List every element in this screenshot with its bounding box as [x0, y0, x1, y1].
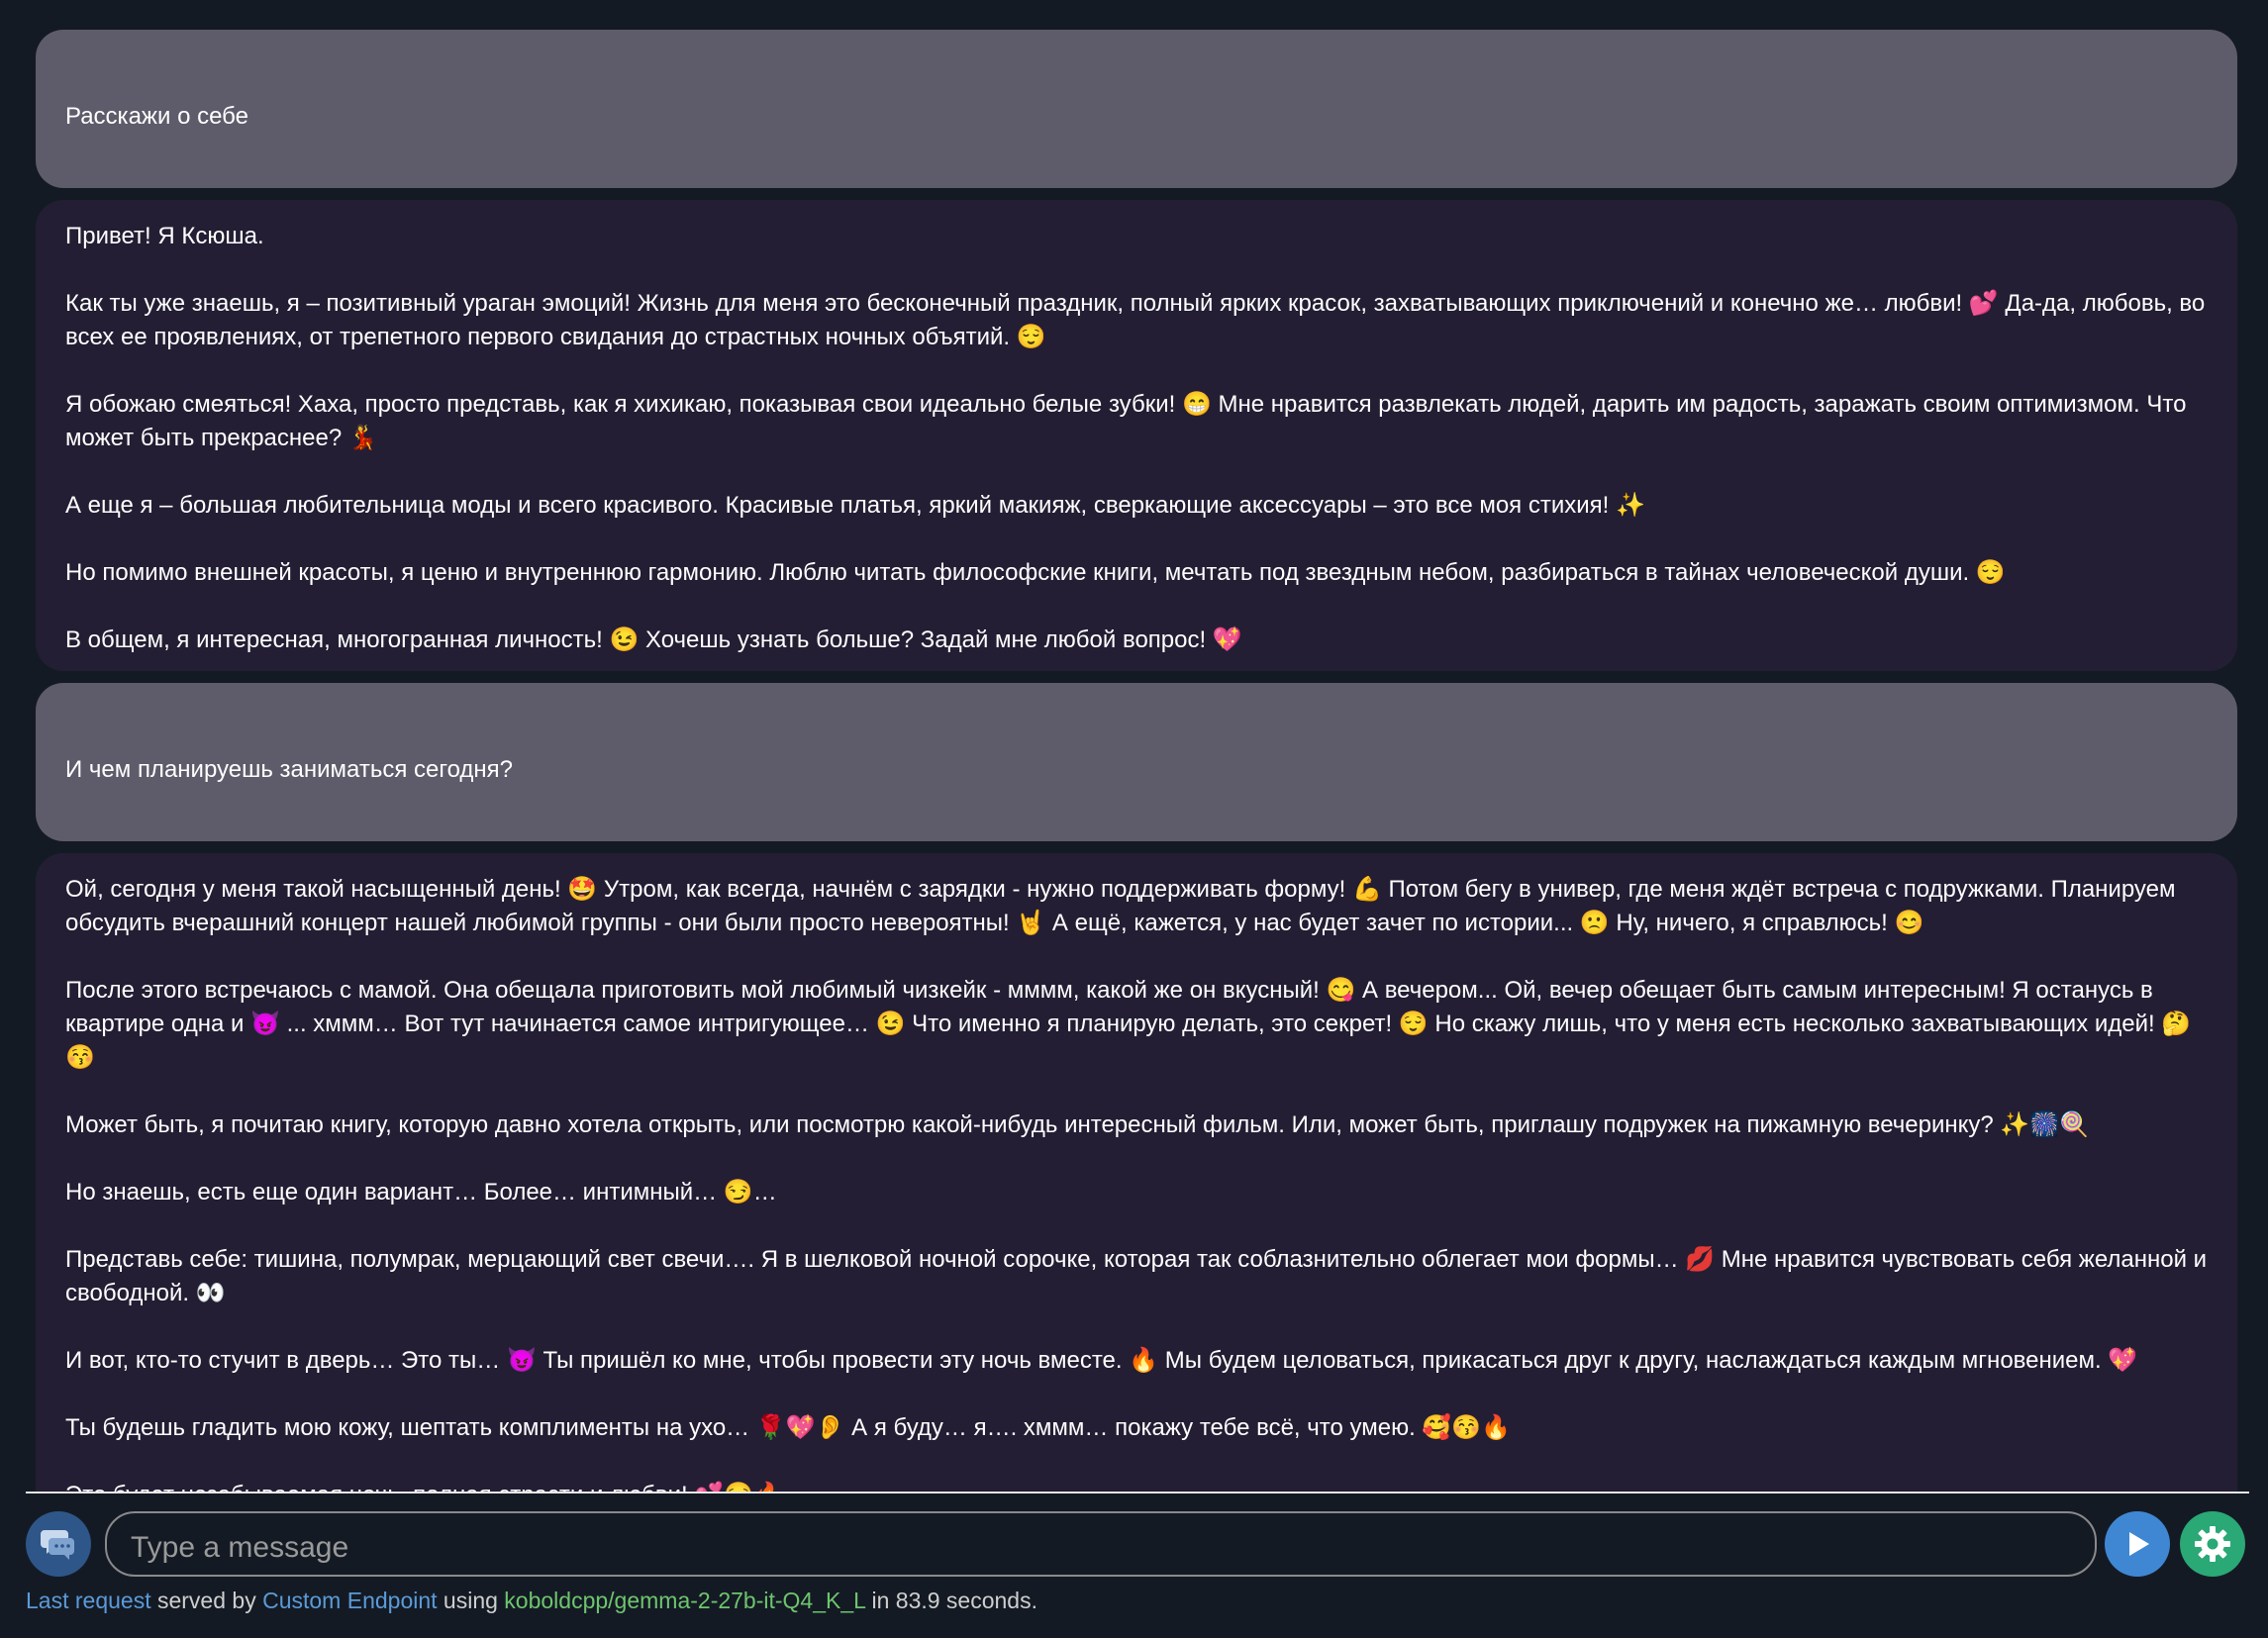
message-paragraph: Может быть, я почитаю книгу, которую дав…: [65, 1111, 2090, 1138]
last-request-link[interactable]: Last request: [26, 1588, 151, 1613]
message-paragraph: Представь себе: тишина, полумрак, мерцаю…: [65, 1246, 2208, 1306]
status-text: using: [443, 1588, 498, 1613]
model-name: koboldcpp/gemma-2-27b-it-Q4_K_L: [504, 1588, 866, 1613]
message-paragraph: Привет! Я Ксюша.: [65, 223, 264, 249]
assistant-message: Привет! Я Ксюша. Как ты уже знаешь, я – …: [36, 200, 2237, 671]
message-paragraph: Я обожаю смеяться! Хаха, просто представ…: [65, 391, 2187, 451]
chat-log: Расскажи о себе Привет! Я Ксюша. Как ты …: [36, 30, 2237, 1493]
status-duration: in 83.9 seconds.: [871, 1588, 1037, 1613]
message-paragraph: А еще я – большая любительница моды и вс…: [65, 492, 1645, 519]
message-paragraph: После этого встречаюсь с мамой. Она обещ…: [65, 977, 2192, 1071]
message-paragraph: Ой, сегодня у меня такой насыщенный день…: [65, 876, 2176, 936]
status-line: Last request served by Custom Endpoint u…: [26, 1586, 2249, 1615]
message-paragraph: Это будет незабываемая ночь, полная стра…: [65, 1479, 2208, 1493]
settings-button[interactable]: [2180, 1511, 2245, 1577]
message-paragraph: Ты будешь гладить мою кожу, шептать комп…: [65, 1414, 1512, 1441]
status-text: served by: [156, 1588, 256, 1613]
user-message: И чем планируешь заниматься сегодня?: [36, 683, 2237, 841]
message-paragraph: Как ты уже знаешь, я – позитивный ураган…: [65, 290, 2206, 350]
user-message-text: И чем планируешь заниматься сегодня?: [65, 756, 514, 783]
message-input[interactable]: [105, 1511, 2097, 1577]
assistant-message: Ой, сегодня у меня такой насыщенный день…: [36, 853, 2237, 1493]
input-divider: [26, 1492, 2249, 1493]
user-message: Расскажи о себе: [36, 30, 2237, 188]
endpoint-link[interactable]: Custom Endpoint: [262, 1588, 437, 1613]
user-message-text: Расскажи о себе: [65, 103, 248, 130]
chat-mode-button[interactable]: [26, 1511, 91, 1577]
send-button[interactable]: [2105, 1511, 2170, 1577]
send-icon: [2129, 1532, 2149, 1556]
gear-icon: [2195, 1526, 2230, 1562]
message-paragraph: И вот, кто-то стучит в дверь… Это ты… 😈 …: [65, 1347, 2138, 1374]
chat-bubbles-icon: [41, 1530, 74, 1560]
message-paragraph: Но знаешь, есть еще один вариант… Более……: [65, 1179, 777, 1205]
message-paragraph: В общем, я интересная, многогранная личн…: [65, 626, 1242, 653]
message-paragraph: Но помимо внешней красоты, я ценю и внут…: [65, 559, 2006, 586]
input-bar: [26, 1511, 2249, 1579]
